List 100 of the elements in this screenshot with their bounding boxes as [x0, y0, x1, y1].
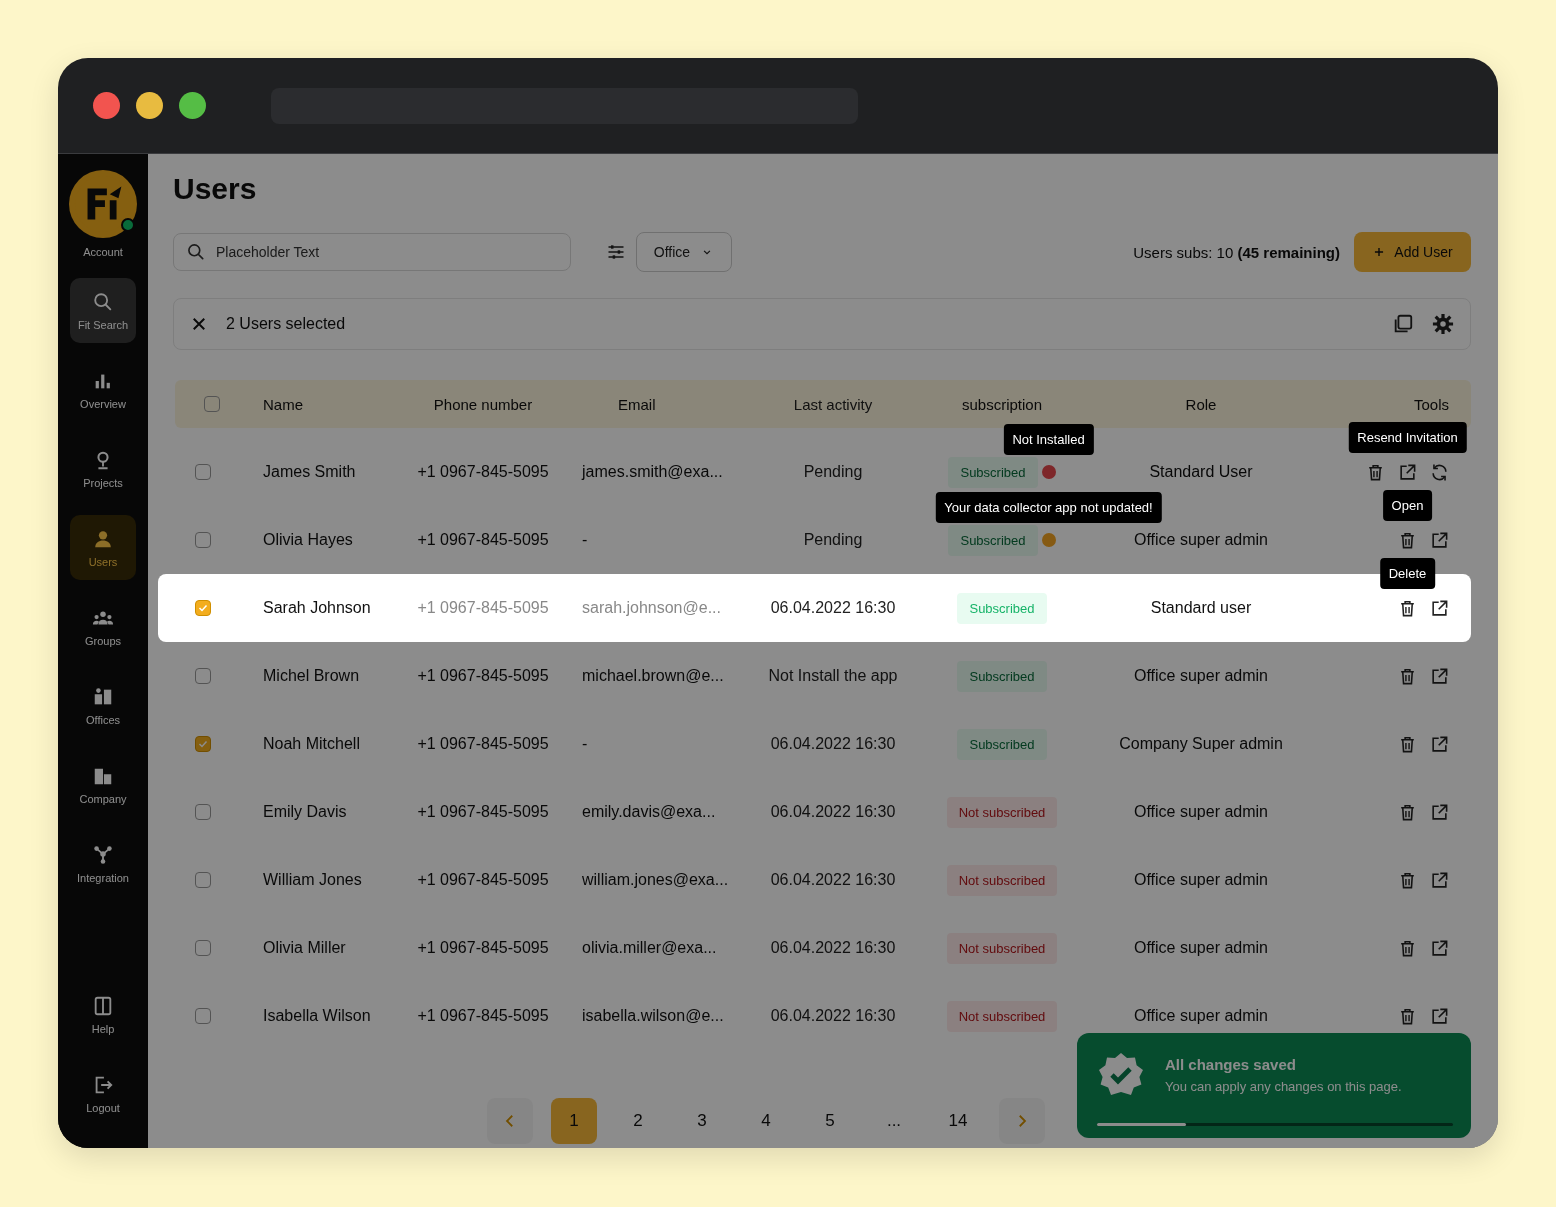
email-cell-text: olivia.miller@exa... — [581, 939, 718, 957]
trash-icon[interactable] — [1398, 598, 1417, 618]
search-field[interactable]: Placeholder Text — [173, 233, 571, 271]
phone-cell-text: +1 0967-845-5095 — [416, 599, 550, 617]
phone-cell-text: +1 0967-845-5095 — [416, 939, 550, 957]
role-cell-text: Office super admin — [1133, 531, 1269, 549]
window-close-button[interactable] — [93, 92, 120, 119]
subscription-status: Subscribed — [957, 660, 1047, 692]
column-header: Name — [262, 395, 304, 413]
role-cell-text: Company Super admin — [1118, 735, 1284, 753]
select-all-checkbox[interactable] — [203, 396, 220, 412]
sidebar-item[interactable]: Groups — [70, 594, 136, 659]
column-header: Phone number — [432, 395, 534, 413]
sidebar-item[interactable]: Integration — [70, 831, 136, 896]
name-cell-text: Noah Mitchell — [262, 735, 361, 753]
page-button[interactable]: 4 — [743, 1098, 789, 1144]
tooltip: Open — [1382, 489, 1433, 521]
window-zoom-button[interactable] — [179, 92, 206, 119]
subscription-status: Subscribed — [957, 728, 1047, 760]
row-checkbox[interactable] — [195, 532, 211, 548]
page-button[interactable]: 3 — [679, 1098, 725, 1144]
last-activity-cell-text: 06.04.2022 16:30 — [769, 599, 897, 617]
subscription-status: Subscribed — [948, 456, 1038, 488]
status-dot[interactable] — [1041, 465, 1056, 479]
page-button[interactable]: 1 — [551, 1098, 597, 1144]
phone-cell-text: +1 0967-845-5095 — [416, 803, 550, 821]
tooltip: Resend Invitation — [1348, 421, 1467, 453]
tooltip: Not Installed — [1003, 424, 1094, 455]
settings-icon[interactable] — [1432, 313, 1454, 335]
name-cell-text: William Jones — [262, 871, 363, 889]
subscription-status: Not subscribed — [946, 1000, 1058, 1032]
page-button[interactable]: 14 — [935, 1098, 981, 1144]
account-label[interactable]: Account — [83, 246, 123, 258]
toast-title: All changes saved — [1165, 1056, 1297, 1073]
name-cell-text: Emily Davis — [262, 803, 348, 821]
phone-cell-text: +1 0967-845-5095 — [416, 667, 550, 685]
phone-cell-text: +1 0967-845-5095 — [416, 735, 550, 753]
online-status-dot — [121, 218, 135, 232]
tooltip: Delete — [1379, 557, 1436, 589]
column-header: Last activity — [792, 395, 874, 413]
selection-count: 2 Users selected — [226, 315, 346, 333]
role-cell-text: Office super admin — [1133, 871, 1269, 889]
last-activity-cell-text: Pending — [802, 531, 864, 549]
phone-cell-text: +1 0967-845-5095 — [416, 531, 550, 549]
name-cell-text: James Smith — [262, 463, 357, 481]
checkmark-icon — [197, 738, 209, 750]
sidebar-item[interactable]: Projects — [70, 436, 136, 501]
sidebar-item[interactable]: Offices — [70, 673, 136, 738]
email-cell-text: james.smith@exa... — [580, 463, 724, 481]
email-cell-text: william.jones@exa... — [581, 871, 730, 889]
role-cell-text: Office super admin — [1133, 803, 1269, 821]
page-button[interactable]: ... — [871, 1098, 917, 1144]
email-cell-text: sarah.johnson@e... — [581, 599, 722, 617]
external-link-icon[interactable] — [1430, 598, 1449, 618]
sidebar-item[interactable]: Logout — [70, 1061, 136, 1126]
row-checkbox[interactable] — [195, 668, 211, 684]
subscription-status: Not subscribed — [946, 932, 1058, 964]
row-checkbox[interactable] — [195, 1008, 211, 1024]
window-minimize-button[interactable] — [136, 92, 163, 119]
name-cell-text: Olivia Miller — [262, 939, 347, 957]
email-cell-text: isabella.wilson@e... — [581, 1007, 725, 1025]
status-dot[interactable] — [1041, 533, 1056, 547]
phone-cell-text: +1 0967-845-5095 — [416, 1007, 550, 1025]
office-dropdown[interactable]: Office — [636, 232, 732, 272]
page-title: Users — [173, 172, 258, 206]
last-activity-cell-text: 06.04.2022 16:30 — [769, 871, 897, 889]
sidebar-item[interactable]: Help — [70, 982, 136, 1047]
book-icon — [92, 994, 114, 1017]
role-cell-text: Office super admin — [1133, 1007, 1269, 1025]
name-cell-text: Isabella Wilson — [262, 1007, 372, 1025]
row-checkbox[interactable] — [195, 464, 211, 480]
row-checkbox[interactable] — [195, 736, 211, 752]
checkmark-icon — [197, 602, 209, 614]
search-icon — [92, 290, 114, 313]
copy-icon[interactable] — [1392, 313, 1414, 335]
close-icon[interactable] — [190, 315, 208, 333]
sidebar-item[interactable]: Users — [70, 515, 136, 580]
role-cell-text: Office super admin — [1133, 667, 1269, 685]
email-cell-text: michael.brown@e... — [581, 667, 725, 685]
row-checkbox[interactable] — [195, 600, 211, 616]
sidebar-item[interactable]: Company — [70, 752, 136, 817]
last-activity-cell-text: 06.04.2022 16:30 — [769, 1007, 897, 1025]
page-button[interactable]: 5 — [807, 1098, 853, 1144]
role-cell-text: Standard user — [1149, 599, 1253, 617]
row-checkbox[interactable] — [195, 940, 211, 956]
page-button[interactable]: 2 — [615, 1098, 661, 1144]
email-cell-text: - — [581, 735, 589, 753]
subscription-status: Subscribed — [948, 524, 1038, 556]
filter-sliders-icon[interactable] — [606, 242, 626, 262]
row-checkbox[interactable] — [195, 872, 211, 888]
add-user-button[interactable]: Add User — [1354, 232, 1471, 272]
refresh-icon[interactable] — [1430, 462, 1449, 482]
sidebar-item[interactable]: Overview — [70, 357, 136, 422]
row-checkbox[interactable] — [195, 804, 211, 820]
subscription-count: Users subs: 10 (45 remaining) — [1133, 243, 1340, 261]
sidebar-item[interactable]: Fit Search — [70, 278, 136, 343]
tooltip: Your data collector app not updated! — [935, 492, 1162, 523]
phone-cell-text: +1 0967-845-5095 — [416, 463, 550, 481]
subscription-status: Not subscribed — [946, 796, 1058, 828]
network-icon — [92, 843, 114, 866]
